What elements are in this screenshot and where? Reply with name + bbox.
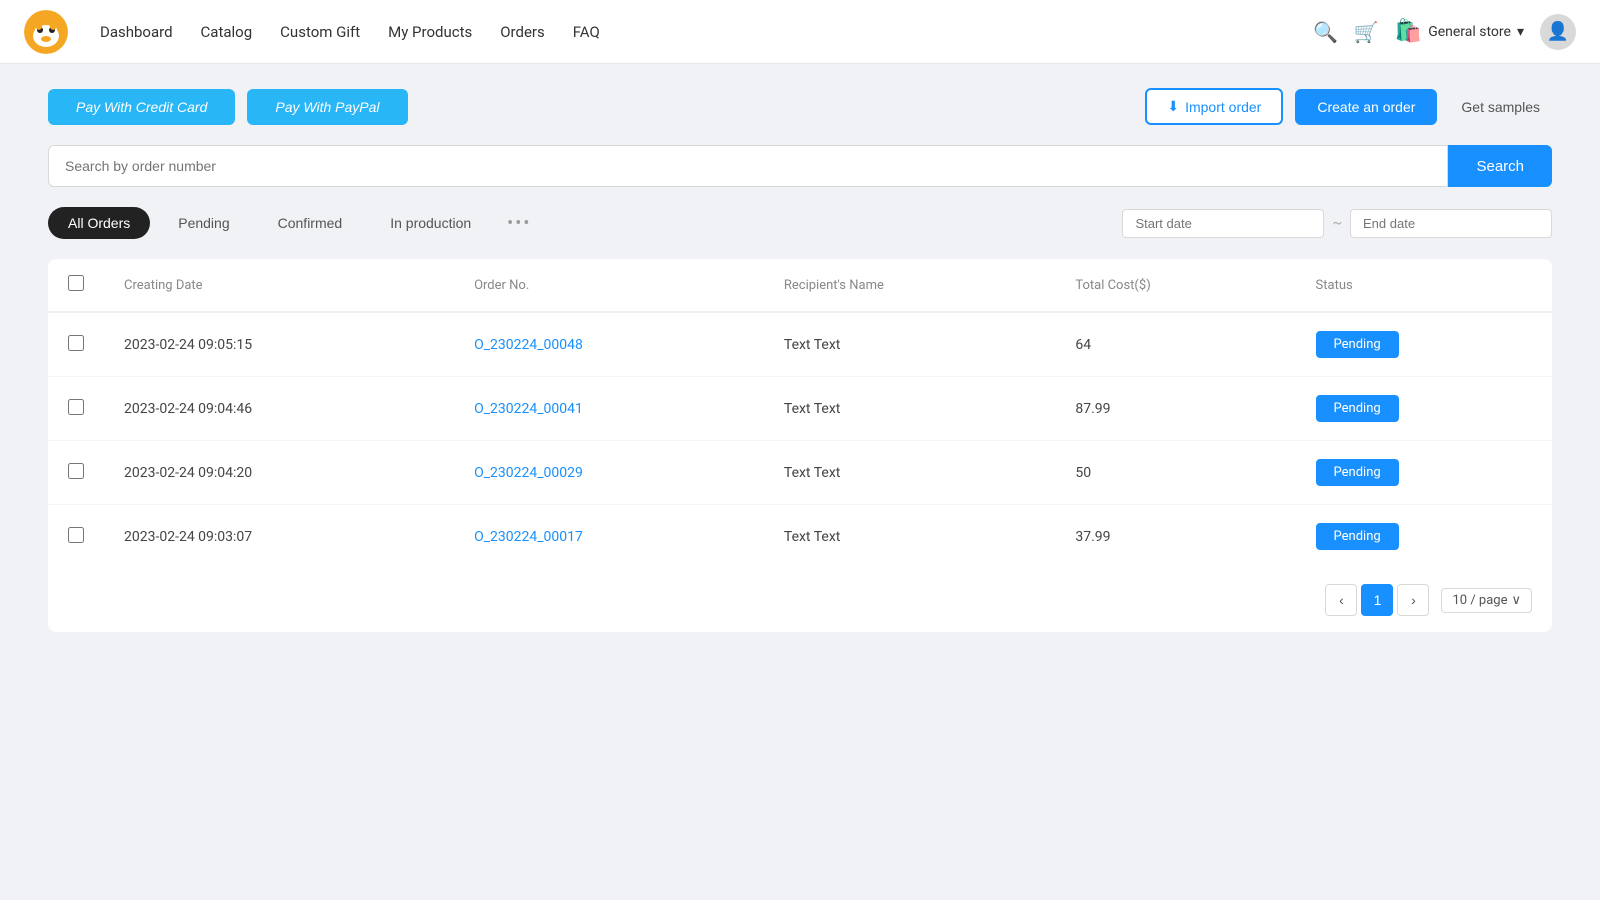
main-content: Pay With Credit Card Pay With PayPal ⬇ I… bbox=[0, 64, 1600, 656]
row-checkbox-col bbox=[48, 505, 104, 569]
end-date-input[interactable] bbox=[1350, 209, 1552, 238]
nav-links: Dashboard Catalog Custom Gift My Product… bbox=[100, 23, 1281, 41]
row-date: 2023-02-24 09:03:07 bbox=[104, 505, 454, 569]
row-order-no[interactable]: O_230224_00048 bbox=[454, 312, 764, 377]
row-total-cost: 37.99 bbox=[1055, 505, 1295, 569]
status-badge: Pending bbox=[1316, 523, 1399, 550]
row-recipient-name: Text Text bbox=[764, 505, 1055, 569]
pagination-row: ‹ 1 › 10 / page ∨ bbox=[48, 568, 1552, 632]
tab-all-orders[interactable]: All Orders bbox=[48, 207, 150, 239]
nav-faq[interactable]: FAQ bbox=[573, 23, 600, 41]
nav-dashboard[interactable]: Dashboard bbox=[100, 23, 173, 41]
payment-row: Pay With Credit Card Pay With PayPal ⬇ I… bbox=[48, 88, 1552, 125]
select-all-checkbox[interactable] bbox=[68, 275, 84, 291]
tab-confirmed[interactable]: Confirmed bbox=[258, 207, 363, 239]
page-size-label: 10 / page bbox=[1452, 593, 1507, 608]
prev-page-button[interactable]: ‹ bbox=[1325, 584, 1357, 616]
row-status: Pending bbox=[1296, 441, 1552, 505]
row-status: Pending bbox=[1296, 505, 1552, 569]
tab-in-production[interactable]: In production bbox=[370, 207, 491, 239]
orders-table: Creating Date Order No. Recipient's Name… bbox=[48, 259, 1552, 568]
nav-orders[interactable]: Orders bbox=[500, 23, 545, 41]
row-order-no[interactable]: O_230224_00017 bbox=[454, 505, 764, 569]
table-header-row: Creating Date Order No. Recipient's Name… bbox=[48, 259, 1552, 312]
chevron-down-icon: ▾ bbox=[1517, 24, 1524, 40]
row-checkbox-col bbox=[48, 312, 104, 377]
search-input[interactable] bbox=[48, 145, 1448, 187]
row-recipient-name: Text Text bbox=[764, 441, 1055, 505]
navbar: Dashboard Catalog Custom Gift My Product… bbox=[0, 0, 1600, 64]
tabs-row: All Orders Pending Confirmed In producti… bbox=[48, 207, 1552, 239]
status-badge: Pending bbox=[1316, 459, 1399, 486]
row-date: 2023-02-24 09:04:46 bbox=[104, 377, 454, 441]
row-status: Pending bbox=[1296, 312, 1552, 377]
nav-custom-gift[interactable]: Custom Gift bbox=[280, 23, 360, 41]
page-1-button[interactable]: 1 bbox=[1361, 584, 1393, 616]
row-checkbox[interactable] bbox=[68, 527, 84, 543]
next-page-button[interactable]: › bbox=[1397, 584, 1429, 616]
page-size-chevron-icon: ∨ bbox=[1511, 593, 1521, 608]
search-icon[interactable]: 🔍 bbox=[1313, 20, 1338, 44]
col-recipient-name: Recipient's Name bbox=[764, 259, 1055, 312]
status-badge: Pending bbox=[1316, 331, 1399, 358]
row-recipient-name: Text Text bbox=[764, 312, 1055, 377]
import-order-label: Import order bbox=[1185, 99, 1261, 115]
row-status: Pending bbox=[1296, 377, 1552, 441]
row-date: 2023-02-24 09:05:15 bbox=[104, 312, 454, 377]
navbar-right: 🔍 🛒 🛍️ General store ▾ 👤 bbox=[1313, 14, 1576, 50]
store-name: General store bbox=[1428, 24, 1511, 40]
table-row: 2023-02-24 09:04:20 O_230224_00029 Text … bbox=[48, 441, 1552, 505]
orders-table-card: Creating Date Order No. Recipient's Name… bbox=[48, 259, 1552, 632]
col-order-no: Order No. bbox=[454, 259, 764, 312]
avatar[interactable]: 👤 bbox=[1540, 14, 1576, 50]
search-button[interactable]: Search bbox=[1448, 145, 1552, 187]
create-order-button[interactable]: Create an order bbox=[1295, 89, 1437, 125]
store-bag-icon: 🛍️ bbox=[1395, 19, 1422, 44]
pay-paypal-button[interactable]: Pay With PayPal bbox=[247, 89, 407, 125]
table-row: 2023-02-24 09:04:46 O_230224_00041 Text … bbox=[48, 377, 1552, 441]
col-creating-date: Creating Date bbox=[104, 259, 454, 312]
pay-credit-card-button[interactable]: Pay With Credit Card bbox=[48, 89, 235, 125]
start-date-input[interactable] bbox=[1122, 209, 1324, 238]
cart-icon[interactable]: 🛒 bbox=[1354, 20, 1379, 44]
date-filters: ~ bbox=[1122, 209, 1552, 238]
date-separator: ~ bbox=[1332, 215, 1342, 231]
get-samples-button[interactable]: Get samples bbox=[1449, 91, 1552, 123]
table-row: 2023-02-24 09:03:07 O_230224_00017 Text … bbox=[48, 505, 1552, 569]
search-row: Search bbox=[48, 145, 1552, 187]
row-total-cost: 50 bbox=[1055, 441, 1295, 505]
col-status: Status bbox=[1296, 259, 1552, 312]
table-row: 2023-02-24 09:05:15 O_230224_00048 Text … bbox=[48, 312, 1552, 377]
row-checkbox-col bbox=[48, 377, 104, 441]
import-icon: ⬇ bbox=[1167, 98, 1179, 115]
row-order-no[interactable]: O_230224_00029 bbox=[454, 441, 764, 505]
row-checkbox-col bbox=[48, 441, 104, 505]
row-checkbox[interactable] bbox=[68, 399, 84, 415]
row-date: 2023-02-24 09:04:20 bbox=[104, 441, 454, 505]
select-all-col bbox=[48, 259, 104, 312]
row-total-cost: 64 bbox=[1055, 312, 1295, 377]
row-total-cost: 87.99 bbox=[1055, 377, 1295, 441]
page-size-selector[interactable]: 10 / page ∨ bbox=[1441, 588, 1532, 613]
col-total-cost: Total Cost($) bbox=[1055, 259, 1295, 312]
row-checkbox[interactable] bbox=[68, 463, 84, 479]
store-selector[interactable]: 🛍️ General store ▾ bbox=[1395, 19, 1524, 44]
nav-my-products[interactable]: My Products bbox=[388, 23, 472, 41]
logo[interactable] bbox=[24, 10, 68, 54]
status-badge: Pending bbox=[1316, 395, 1399, 422]
tabs-more-icon[interactable]: ••• bbox=[499, 213, 539, 234]
row-checkbox[interactable] bbox=[68, 335, 84, 351]
row-order-no[interactable]: O_230224_00041 bbox=[454, 377, 764, 441]
nav-catalog[interactable]: Catalog bbox=[201, 23, 253, 41]
tab-pending[interactable]: Pending bbox=[158, 207, 249, 239]
row-recipient-name: Text Text bbox=[764, 377, 1055, 441]
import-order-button[interactable]: ⬇ Import order bbox=[1145, 88, 1283, 125]
